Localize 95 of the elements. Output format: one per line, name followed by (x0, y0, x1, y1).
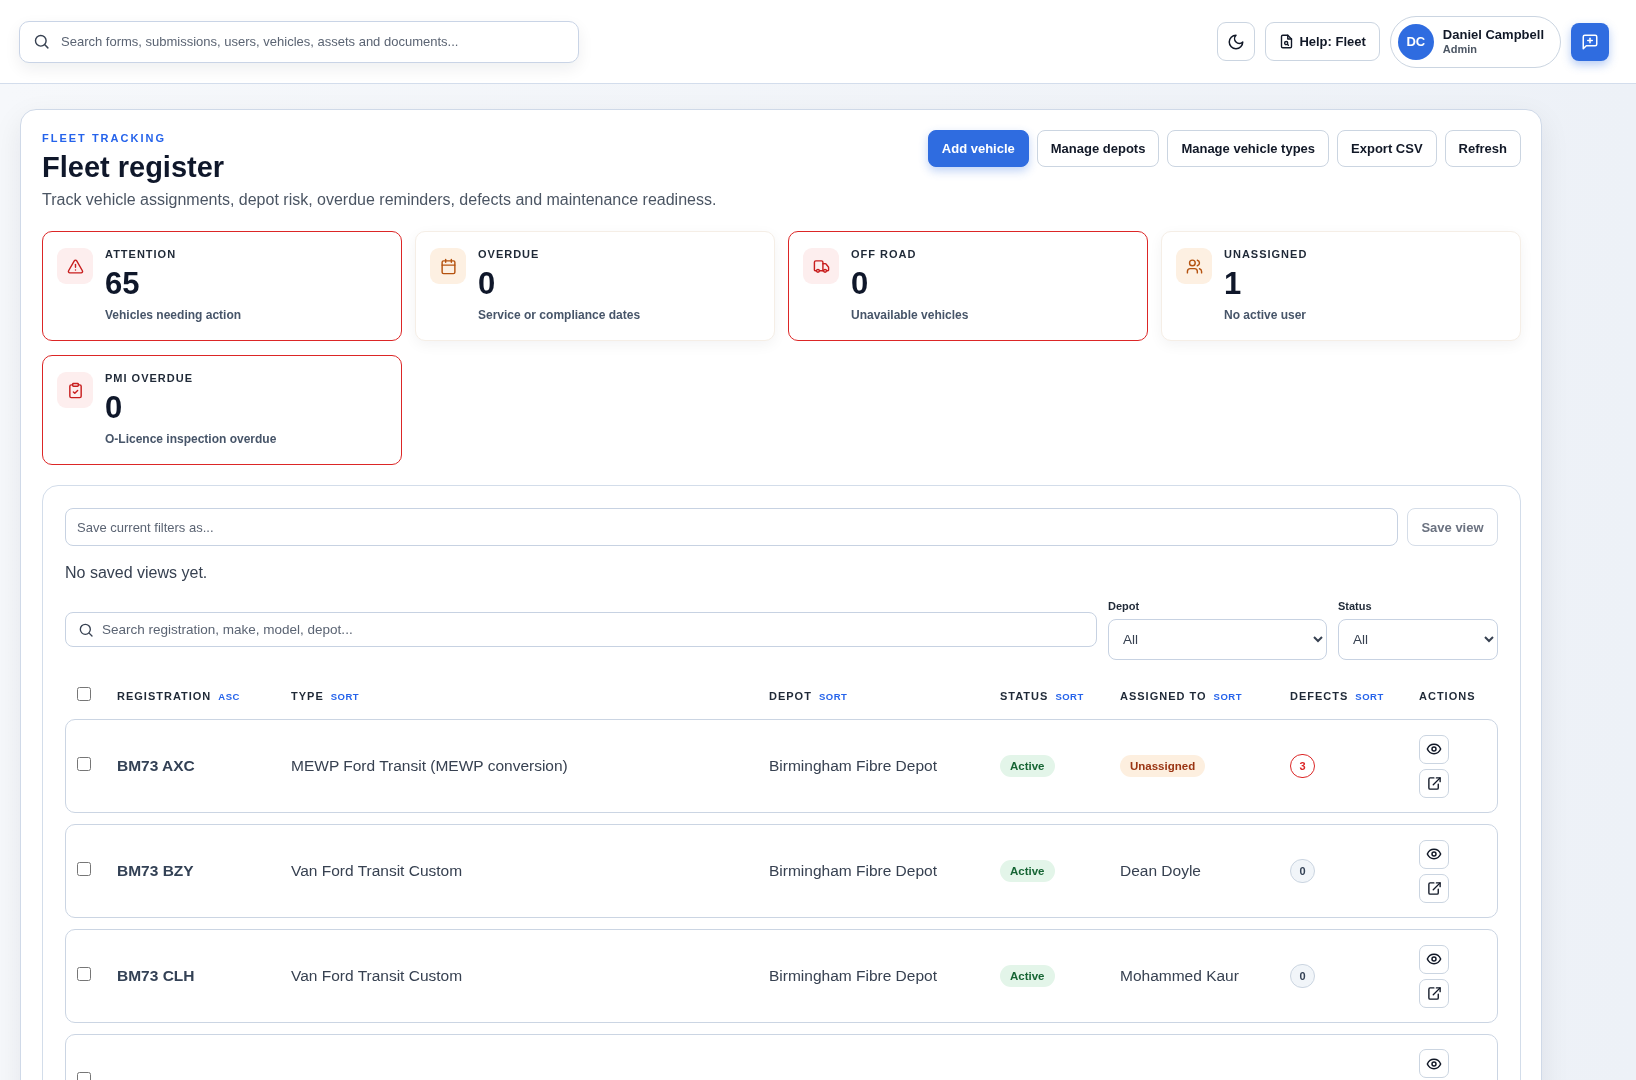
column-header: REGISTRATION (117, 690, 212, 702)
vehicle-type-text: MEWP Ford Transit (MEWP conversion) (291, 757, 568, 774)
column-header: ACTIONS (1419, 690, 1476, 702)
filter-select[interactable]: All (1108, 619, 1327, 660)
user-avatar: DC (1397, 23, 1434, 60)
stat-label: OFF ROAD (851, 247, 918, 262)
filter-select[interactable]: All (1338, 619, 1498, 660)
global-search-field[interactable]: Search forms, submissions, users, vehicles, assets and documents... (19, 20, 579, 63)
filter-label: Depot (1108, 599, 1141, 613)
unassigned-tag: Unassigned (1120, 755, 1206, 777)
depot-text: Birmingham Fibre Depot (769, 862, 937, 879)
view-button[interactable] (1419, 1049, 1449, 1078)
column-header: TYPE (291, 690, 324, 702)
stat-description: Unavailable vehicles (851, 307, 969, 323)
eye-icon (1426, 951, 1442, 967)
stat-label: ATTENTION (105, 247, 178, 262)
stat-value: 0 (851, 266, 870, 302)
registration-text: BM73 BZY (117, 862, 194, 879)
row-checkbox[interactable] (77, 757, 91, 771)
sort-button[interactable]: ASC (218, 690, 240, 702)
vehicle-search-field[interactable]: Search registration, make, model, depot... (65, 612, 1097, 647)
sort-button[interactable]: SORT (330, 690, 360, 702)
vehicle-type-text: Van Ford Transit Custom (291, 967, 463, 984)
stat-value: 0 (478, 266, 497, 302)
column-header: STATUS (1000, 690, 1049, 702)
external-link-icon (1426, 775, 1442, 791)
stat-description: O-Licence inspection overdue (105, 431, 277, 447)
sort-button[interactable]: SORT (1213, 690, 1242, 702)
depot-text: Birmingham Fibre Depot (769, 757, 937, 774)
view-button[interactable] (1419, 734, 1449, 764)
moon-icon (1227, 32, 1246, 51)
truck-icon (803, 248, 839, 284)
document-search-icon (1279, 34, 1295, 49)
registration-text: BM73 CLH (117, 967, 195, 984)
stat-label: PMI OVERDUE (105, 371, 194, 386)
page-title: Fleet register (42, 150, 226, 185)
stat-label: UNASSIGNED (1224, 247, 1308, 262)
users-icon (1176, 248, 1212, 284)
filter-label: Status (1338, 599, 1373, 613)
open-link-button[interactable] (1419, 768, 1449, 798)
select-all-checkbox[interactable] (77, 687, 91, 701)
column-header: ASSIGNED TO (1120, 690, 1207, 702)
calendar-icon (430, 248, 466, 284)
open-link-button[interactable] (1419, 873, 1449, 903)
row-checkbox[interactable] (77, 862, 91, 876)
view-button[interactable] (1419, 944, 1449, 974)
status-tag: Active (1000, 860, 1055, 882)
primary-action-button[interactable]: Add vehicle (927, 130, 1029, 167)
column-header: DEPOT (769, 690, 812, 702)
stat-description: No active user (1224, 307, 1308, 323)
message-plus-icon (1581, 32, 1599, 51)
sort-button[interactable]: SORT (818, 690, 848, 702)
stat-value: 0 (105, 390, 124, 426)
stat-value: 1 (1224, 266, 1243, 302)
stat-value: 65 (105, 266, 141, 302)
status-tag: Active (1000, 965, 1055, 987)
section-eyebrow: FLEET TRACKING (42, 131, 167, 145)
depot-text: Birmingham Fibre Depot (769, 967, 937, 984)
status-tag: Active (1000, 755, 1055, 777)
stat-label: OVERDUE (478, 247, 541, 262)
action-button[interactable]: Refresh (1444, 130, 1521, 167)
vehicle-type-text: Van Ford Transit Custom (291, 862, 463, 879)
defect-count: 0 (1290, 964, 1315, 988)
column-header: DEFECTS (1290, 690, 1349, 702)
stat-description: Service or compliance dates (478, 307, 641, 323)
help-button[interactable]: Help: Fleet (1265, 22, 1380, 61)
user-name: Daniel Campbell (1442, 26, 1544, 42)
page-subtitle: Track vehicle assignments, depot risk, overdue reminders, defects and maintenance readiness. (42, 190, 717, 210)
defect-count: 3 (1290, 754, 1315, 778)
user-profile-chip[interactable]: DC Daniel Campbell Admin (1389, 15, 1561, 68)
new-message-button[interactable] (1571, 22, 1609, 61)
external-link-icon (1426, 985, 1442, 1001)
sort-button[interactable]: SORT (1055, 690, 1084, 702)
defect-count: 0 (1290, 859, 1315, 883)
action-button[interactable]: Manage depots (1036, 130, 1160, 167)
action-button[interactable]: Manage vehicle types (1167, 130, 1330, 167)
assigned-user-text: Dean Doyle (1120, 862, 1201, 879)
registration-text: BM73 AXC (117, 757, 195, 774)
search-icon (78, 621, 94, 638)
eye-icon (1426, 846, 1442, 862)
sort-button[interactable]: SORT (1355, 690, 1384, 702)
row-checkbox[interactable] (77, 967, 91, 981)
search-icon (33, 32, 50, 50)
action-button[interactable]: Export CSV (1337, 130, 1437, 167)
view-button[interactable] (1419, 839, 1449, 869)
user-role: Admin (1442, 41, 1479, 57)
external-link-icon (1426, 880, 1442, 896)
clipboard-check-icon (57, 372, 93, 408)
theme-toggle-button[interactable] (1217, 22, 1256, 61)
eye-icon (1426, 741, 1442, 757)
empty-views-message: No saved views yet. (65, 563, 209, 583)
stat-description: Vehicles needing action (105, 307, 242, 323)
assigned-user-text: Mohammed Kaur (1120, 967, 1239, 984)
open-link-button[interactable] (1419, 978, 1449, 1008)
view-name-field[interactable]: Save current filters as... (65, 508, 1398, 546)
